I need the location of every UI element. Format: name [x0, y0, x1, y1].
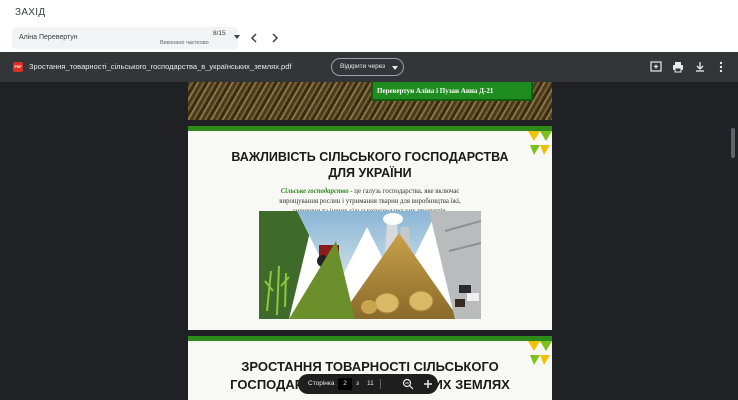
slide-heading-line-1: ВАЖЛИВІСТЬ СІЛЬСЬКОГО ГОСПОДАРСТВА	[231, 150, 509, 164]
assignment-title: ЗАХІД	[15, 7, 46, 18]
next-student-button[interactable]	[267, 30, 283, 46]
print-icon[interactable]	[671, 60, 685, 74]
pdf-filename: Зростання_товарності_сільського_господар…	[29, 62, 292, 71]
more-options-icon[interactable]	[714, 60, 728, 74]
slide-heading-line-2-start: ГОСПОДАР	[230, 377, 304, 392]
chevron-left-icon	[250, 33, 257, 43]
open-with-button[interactable]: Відкрити через	[331, 58, 404, 76]
slide-heading-line-2-end: ИХ ЗЕМЛЯХ	[433, 377, 510, 392]
authors-text: Перевертун Аліна і Пузан Анна Д-21	[377, 87, 494, 95]
total-pages: 11	[367, 380, 374, 387]
current-page-input[interactable]: 2	[338, 378, 352, 390]
pdf-file-icon: PDF	[13, 62, 23, 72]
page-top-bar	[188, 126, 552, 131]
authors-banner: Перевертун Аліна і Пузан Анна Д-21	[371, 82, 533, 101]
highlighted-term: Сільське господарство	[280, 188, 349, 195]
submission-count: 8/15	[213, 30, 226, 37]
page-navigation: Сторінка 2 з 11	[298, 374, 438, 394]
page-label: Сторінка	[308, 380, 335, 387]
scrollbar-thumb[interactable]	[731, 128, 735, 158]
zoom-out-icon[interactable]	[402, 378, 414, 390]
chevron-down-icon	[234, 35, 240, 39]
add-comment-icon[interactable]	[649, 60, 663, 74]
chevron-right-icon	[272, 33, 279, 43]
slide-heading-line-1: ЗРОСТАННЯ ТОВАРНОСТІ СІЛЬСЬКОГО	[241, 359, 499, 374]
student-name: Аліна Перевертун	[19, 34, 78, 41]
student-nav-row: Аліна Перевертун 8/15 Виконано частково	[0, 24, 738, 52]
page-of-label: з	[356, 380, 359, 387]
top-bar: ЗАХІД	[0, 0, 738, 24]
agriculture-photo-collage	[259, 211, 481, 319]
divider	[380, 379, 381, 389]
slide-heading-line-2: ДЛЯ УКРАЇНИ	[328, 166, 412, 180]
page-top-bar	[188, 336, 552, 341]
pdf-viewer: PDF Зростання_товарності_сільського_госп…	[0, 52, 738, 400]
body-text-line-2: вирощування рослин і утримання тварин дл…	[279, 198, 461, 205]
zoom-in-icon[interactable]	[422, 378, 434, 390]
pdf-toolbar: PDF Зростання_товарності_сільського_госп…	[0, 52, 738, 82]
open-with-label: Відкрити через	[340, 63, 386, 70]
pdf-page-2: ВАЖЛИВІСТЬ СІЛЬСЬКОГО ГОСПОДАРСТВА ДЛЯ У…	[188, 126, 552, 330]
body-text-line-1: Сільське господарство - це галузь господ…	[188, 188, 552, 195]
submission-status: Виконано частково	[160, 40, 209, 46]
previous-student-button[interactable]	[246, 30, 262, 46]
student-selector[interactable]: Аліна Перевертун 8/15 Виконано частково	[12, 27, 240, 49]
pdf-page-1: Перевертун Аліна і Пузан Анна Д-21	[188, 82, 552, 120]
body-text-line-1-rest: - це галузь господарства, яке включає	[348, 188, 460, 195]
download-icon[interactable]	[693, 60, 707, 74]
dropdown-arrow-icon	[392, 66, 398, 70]
